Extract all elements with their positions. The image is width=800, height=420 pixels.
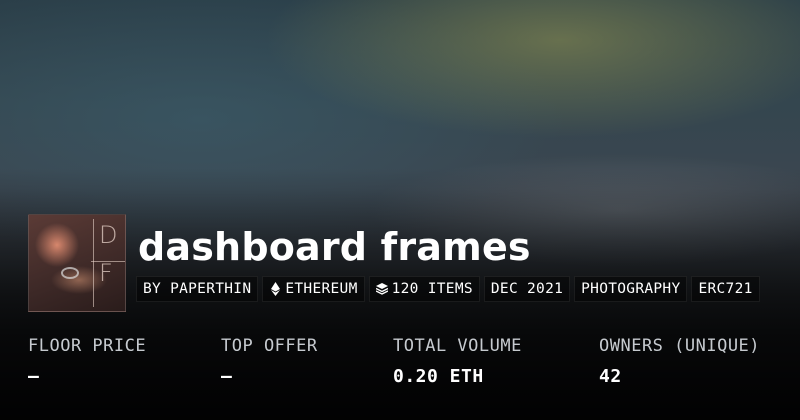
stat-owners: OWNERS (UNIQUE) 42 (599, 336, 760, 387)
tag-standard[interactable]: ERC721 (691, 276, 760, 302)
thumbnail-ring-detail (61, 267, 79, 279)
tag-chain-label: ETHEREUM (285, 281, 358, 297)
collection-stats: FLOOR PRICE — TOP OFFER — TOTAL VOLUME 0… (28, 336, 788, 406)
stat-top-offer: TOP OFFER — (221, 336, 318, 387)
stat-total-volume-label: TOTAL VOLUME (393, 336, 522, 356)
tag-creator[interactable]: BY PAPERTHIN (136, 276, 259, 302)
collection-tags: BY PAPERTHIN ETHEREUM 120 ITEMS DEC 2021… (136, 276, 760, 302)
tag-category-label: PHOTOGRAPHY (581, 281, 681, 297)
collection-header: D F dashboard frames BY PAPERTHIN ETHERE… (28, 214, 788, 314)
tag-date-label: DEC 2021 (490, 281, 564, 297)
ethereum-icon (269, 282, 281, 296)
stat-owners-label: OWNERS (UNIQUE) (599, 336, 761, 356)
thumbnail-monogram-f: F (99, 259, 113, 287)
stat-floor-price-value: — (28, 366, 40, 387)
stat-total-volume: TOTAL VOLUME 0.20 ETH (393, 336, 522, 387)
tag-date[interactable]: DEC 2021 (483, 276, 571, 302)
stat-owners-value: 42 (599, 366, 622, 387)
stat-top-offer-label: TOP OFFER (221, 336, 318, 356)
tag-creator-label: BY PAPERTHIN (143, 281, 252, 297)
stat-total-volume-value: 0.20 ETH (393, 366, 484, 387)
tag-item-count-label: 120 ITEMS (391, 281, 473, 297)
stat-floor-price-label: FLOOR PRICE (28, 336, 147, 356)
tag-category[interactable]: PHOTOGRAPHY (574, 276, 688, 302)
stat-floor-price: FLOOR PRICE — (28, 336, 146, 387)
collection-title: dashboard frames (138, 225, 531, 269)
thumbnail-monogram-d: D (99, 221, 118, 249)
collection-thumbnail[interactable]: D F (28, 214, 126, 312)
tag-standard-label: ERC721 (698, 281, 753, 297)
tag-chain[interactable]: ETHEREUM (262, 276, 365, 302)
layers-icon (375, 282, 388, 296)
tag-item-count[interactable]: 120 ITEMS (368, 276, 480, 302)
stat-top-offer-value: — (221, 366, 233, 387)
